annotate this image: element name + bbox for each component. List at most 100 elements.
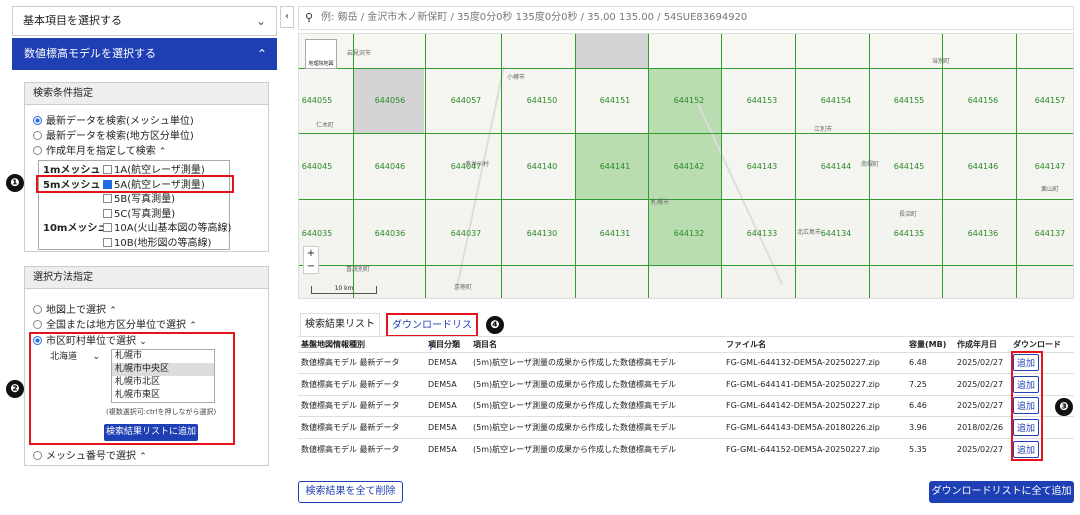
scale-bar: 10 km — [311, 286, 377, 294]
table-row: 数値標高モデル 最新データ DEM5A (5m)航空レーザ測量の成果から作成した数値… — [298, 373, 1074, 396]
table-row: 数値標高モデル 最新データ DEM5A (5m)航空レーザ測量の成果から作成した数値… — [298, 437, 1074, 460]
table-row: 数値標高モデル 最新データ DEM5A (5m)航空レーザ測量の成果から作成した数値… — [298, 394, 1074, 417]
accordion-basic-label: 基本項目を選択する — [23, 14, 122, 27]
search-icon: ⚲ — [305, 11, 314, 24]
mesh-label: 644036 — [374, 229, 406, 238]
radio-by-date[interactable]: 作成年月を指定して検索 ⌃ — [33, 145, 166, 159]
mesh-label: 644141 — [599, 162, 631, 171]
table-cell: (5m)航空レーザ測量の成果から作成した数値標高モデル — [470, 394, 723, 417]
check-5b[interactable]: 5B(写真測量) — [103, 193, 175, 206]
mesh-label: 644131 — [599, 229, 631, 238]
results-table: 基盤地図情報種別 項目分類 項目名 ファイル名 容量(MB) 作成年月日 ダウン… — [298, 338, 1074, 460]
add-all-download-button[interactable]: ダウンロードリストに全て追加 — [929, 481, 1074, 503]
badge-1: ❶ — [6, 174, 24, 192]
search-input[interactable]: ⚲ 例: 剱岳 / 金沢市木ノ新保町 / 35度0分0秒 135度0分0秒 / … — [298, 6, 1074, 30]
mesh-label: 644142 — [673, 162, 705, 171]
col-file: ファイル名 — [726, 340, 766, 350]
zoom-out-button[interactable]: − — [304, 260, 318, 273]
table-cell: 7.25 — [906, 373, 954, 396]
mesh-label: 644136 — [967, 229, 999, 238]
badge-2: ❷ — [6, 380, 24, 398]
mesh-label: 644140 — [526, 162, 558, 171]
radio-mesh-number[interactable]: メッシュ番号で選択 ⌃ — [33, 450, 147, 464]
mesh-label: 644157 — [1034, 96, 1066, 105]
method-header: 選択方法指定 — [25, 267, 268, 289]
radio-latest-region[interactable]: 最新データを検索(地方区分単位) — [33, 130, 194, 143]
highlight-municipality — [29, 332, 235, 445]
radio-region[interactable]: 全国または地方区分単位で選択 ⌃ — [33, 319, 197, 333]
chevron-up-icon: ⌃ — [256, 47, 267, 61]
tab-download[interactable]: ダウンロードリスト — [386, 313, 478, 353]
mesh-label: 644056 — [374, 96, 406, 105]
mesh-label: 644146 — [967, 162, 999, 171]
mesh-label: 644152 — [673, 96, 705, 105]
table-header-row: 基盤地図情報種別 項目分類 項目名 ファイル名 容量(MB) 作成年月日 ダウン… — [298, 338, 1074, 352]
mesh-label: 644130 — [526, 229, 558, 238]
mesh-label: 644055 — [301, 96, 333, 105]
mesh-label: 644151 — [599, 96, 631, 105]
col-category: 項目分類 — [428, 340, 460, 350]
accordion-dem-label: 数値標高モデルを選択する — [24, 47, 156, 60]
mesh-label: 644133 — [746, 229, 778, 238]
mesh-label: 644147 — [1034, 162, 1066, 171]
table-cell: (5m)航空レーザ測量の成果から作成した数値標高モデル — [470, 351, 723, 374]
col-download: ダウンロード — [1013, 340, 1061, 350]
table-cell: FG-GML-644143-DEM5A-20180226.zip — [723, 416, 906, 439]
table-cell: 5.35 — [906, 437, 954, 460]
table-cell: FG-GML-644132-DEM5A-20250227.zip — [723, 351, 906, 374]
mesh-label: 644035 — [301, 229, 333, 238]
mesh-label: 644046 — [374, 162, 406, 171]
radio-latest-mesh[interactable]: 最新データを検索(メッシュ単位) — [33, 115, 194, 128]
check-10a[interactable]: 10A(火山基本図の等高線) — [103, 222, 231, 235]
mesh-label: 644150 — [526, 96, 558, 105]
table-cell: 数値標高モデル 最新データ — [298, 416, 425, 439]
gray-cell — [575, 34, 648, 68]
table-cell: DEM5A — [425, 437, 470, 460]
table-row: 数値標高モデル 最新データ DEM5A (5m)航空レーザ測量の成果から作成した数値… — [298, 351, 1074, 374]
table-row: 数値標高モデル 最新データ DEM5A (5m)航空レーザ測量の成果から作成した数値… — [298, 416, 1074, 439]
collapse-panel-button[interactable]: ‹ — [280, 6, 294, 28]
mesh-label: 644153 — [746, 96, 778, 105]
table-cell: 6.48 — [906, 351, 954, 374]
table-cell: DEM5A — [425, 394, 470, 417]
clear-results-button[interactable]: 検索結果を全て削除 — [298, 481, 403, 503]
mesh-label: 644134 — [820, 229, 852, 238]
badge-3: ❸ — [1055, 398, 1073, 416]
map-view[interactable]: 644055 644056 644057 644150 644151 644152 6441… — [298, 33, 1074, 299]
table-cell: DEM5A — [425, 373, 470, 396]
table-cell: 2025/02/27 — [954, 437, 1010, 460]
highlight-add-buttons — [1011, 351, 1043, 461]
tab-results[interactable]: 検索結果リスト — [300, 313, 380, 337]
mesh-label: 644037 — [450, 229, 482, 238]
mesh-label: 644156 — [967, 96, 999, 105]
col-item: 項目名 — [473, 340, 497, 350]
mesh-label: 644145 — [893, 162, 925, 171]
mesh-label: 644144 — [820, 162, 852, 171]
mesh-label: 644154 — [820, 96, 852, 105]
mesh-label: 644057 — [450, 96, 482, 105]
col-size: 容量(MB) — [909, 340, 947, 350]
mesh-label: 644137 — [1034, 229, 1066, 238]
col-date: 作成年月日 — [957, 340, 997, 350]
left-panel: 基本項目を選択する ⌄ 数値標高モデルを選択する ⌃ 検索条件指定 最新データを… — [0, 0, 283, 515]
accordion-basic[interactable]: 基本項目を選択する ⌄ — [12, 6, 277, 36]
table-cell: 3.96 — [906, 416, 954, 439]
chevron-down-icon: ⌄ — [255, 14, 266, 28]
col-type: 基盤地図情報種別 — [301, 340, 365, 350]
table-cell: 数値標高モデル 最新データ — [298, 351, 425, 374]
badge-4: ❹ — [486, 316, 504, 334]
search-placeholder: 例: 剱岳 / 金沢市木ノ新保町 / 35度0分0秒 135度0分0秒 / 35… — [321, 12, 748, 23]
zoom-in-button[interactable]: + — [304, 247, 318, 260]
accordion-dem[interactable]: 数値標高モデルを選択する ⌃ — [12, 38, 277, 70]
table-cell: 2025/02/27 — [954, 394, 1010, 417]
table-cell: DEM5A — [425, 416, 470, 439]
highlight-5m — [36, 175, 234, 193]
table-cell: 数値標高モデル 最新データ — [298, 373, 425, 396]
table-cell: FG-GML-644152-DEM5A-20250227.zip — [723, 437, 906, 460]
mesh-label: 644045 — [301, 162, 333, 171]
radio-on-map[interactable]: 地図上で選択 ⌃ — [33, 304, 117, 318]
check-5c[interactable]: 5C(写真測量) — [103, 208, 175, 221]
check-10b[interactable]: 10B(地形図の等高線) — [103, 237, 211, 250]
mesh-label: 644155 — [893, 96, 925, 105]
gsi-logo[interactable]: 地理院地図 — [305, 39, 337, 69]
